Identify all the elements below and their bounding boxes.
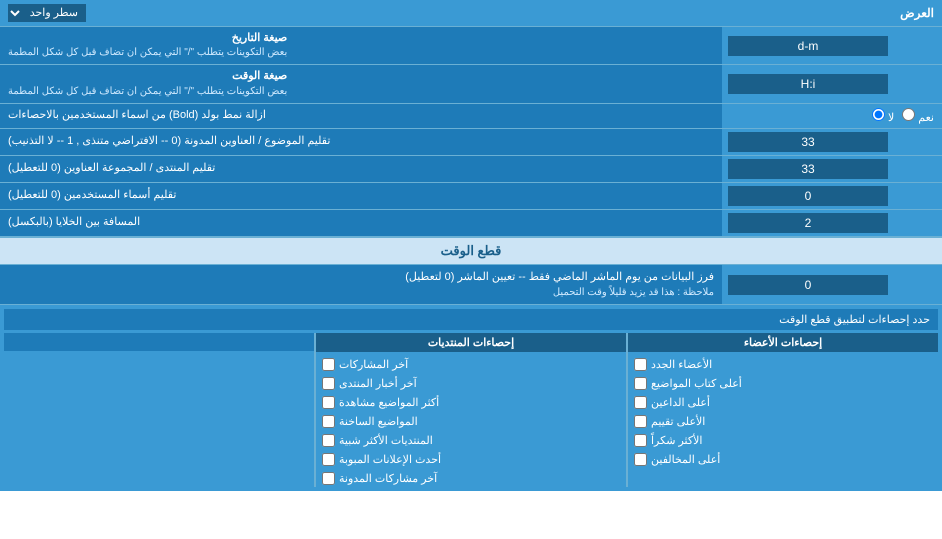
list-item: الأعلى تقييم [628, 413, 938, 430]
usernames-label: تقليم أسماء المستخدمين (0 للتعطيل) [0, 183, 722, 209]
col-right-header [4, 333, 314, 351]
date-format-label: صيغة التاريخ بعض التكوينات يتطلب "/" الت… [0, 27, 722, 64]
checkbox-top-inviters[interactable] [634, 396, 647, 409]
checkbox-top-rated[interactable] [634, 415, 647, 428]
checkbox-last-news[interactable] [322, 377, 335, 390]
dropdown-container: سطر واحد سطران ثلاثة أسطر [8, 4, 86, 22]
list-item: أعلى المخالفين [628, 451, 938, 468]
usernames-row: 0 تقليم أسماء المستخدمين (0 للتعطيل) [0, 183, 942, 210]
header-row: العرض سطر واحد سطران ثلاثة أسطر [0, 0, 942, 27]
stats-apply-label: حدد إحصاءات لتطبيق قطع الوقت [4, 309, 938, 330]
checkbox-top-writers[interactable] [634, 377, 647, 390]
col-separator-2 [314, 333, 316, 487]
checkbox-members-new[interactable] [634, 358, 647, 371]
time-format-row: H:i صيغة الوقت بعض التكوينات يتطلب "/" ا… [0, 65, 942, 103]
usernames-input-area: 0 [722, 183, 942, 209]
checkbox-most-viewed[interactable] [322, 396, 335, 409]
bold-radio-row: لا نعم ازالة نمط بولد (Bold) من اسماء ال… [0, 104, 942, 129]
checkbox-top-violations[interactable] [634, 453, 647, 466]
cut-time-label: فرز البيانات من يوم الماشر الماضي فقط --… [0, 265, 722, 305]
checkbox-grid: إحصاءات الأعضاء الأعضاء الجدد أعلى كتاب … [4, 333, 938, 487]
date-format-row: d-m صيغة التاريخ بعض التكوينات يتطلب "/"… [0, 27, 942, 65]
list-item: أعلى كتاب المواضيع [628, 375, 938, 392]
col-separator-1 [626, 333, 628, 487]
spacing-input-area: 2 [722, 210, 942, 236]
date-format-input-area: d-m [722, 27, 942, 64]
col-members: إحصاءات الأعضاء الأعضاء الجدد أعلى كتاب … [628, 333, 938, 487]
list-item: الأكثر شكراً [628, 432, 938, 449]
cut-time-input[interactable]: 0 [728, 275, 888, 295]
list-item: آخر مشاركات المدونة [316, 470, 626, 487]
col-members-header: إحصاءات الأعضاء [628, 333, 938, 352]
radio-no[interactable] [872, 108, 885, 121]
forum-order-label: تقليم المنتدى / المجموعة العناوين (0 للت… [0, 156, 722, 182]
list-item: المواضيع الساخنة [316, 413, 626, 430]
cut-time-header: قطع الوقت [0, 237, 942, 265]
main-container: العرض سطر واحد سطران ثلاثة أسطر d-m صيغة… [0, 0, 942, 491]
radio-yes-label: نعم [902, 108, 934, 124]
col-forums-header: إحصاءات المنتديات [316, 333, 626, 352]
header-title: العرض [900, 6, 934, 20]
spacing-row: 2 المسافة بين الخلايا (بالبكسل) [0, 210, 942, 237]
spacing-label: المسافة بين الخلايا (بالبكسل) [0, 210, 722, 236]
usernames-input[interactable]: 0 [728, 186, 888, 206]
forum-order-row: 33 تقليم المنتدى / المجموعة العناوين (0 … [0, 156, 942, 183]
bold-label: ازالة نمط بولد (Bold) من اسماء المستخدمي… [0, 104, 722, 128]
checkbox-most-thanks[interactable] [634, 434, 647, 447]
cut-time-input-area: 0 [722, 265, 942, 305]
date-format-input[interactable]: d-m [728, 36, 888, 56]
checkbox-last-posts[interactable] [322, 358, 335, 371]
list-item: أعلى الداعين [628, 394, 938, 411]
list-item: المنتديات الأكثر شبية [316, 432, 626, 449]
time-format-label: صيغة الوقت بعض التكوينات يتطلب "/" التي … [0, 65, 722, 102]
bold-radio-area: لا نعم [722, 104, 942, 128]
spacing-input[interactable]: 2 [728, 213, 888, 233]
bottom-section: حدد إحصاءات لتطبيق قطع الوقت إحصاءات الأ… [0, 305, 942, 491]
checkbox-most-similar[interactable] [322, 434, 335, 447]
list-item: آخر المشاركات [316, 356, 626, 373]
list-item: الأعضاء الجدد [628, 356, 938, 373]
radio-no-label: لا [872, 108, 894, 124]
col-right [4, 333, 314, 487]
checkbox-hot-topics[interactable] [322, 415, 335, 428]
forum-order-input[interactable]: 33 [728, 159, 888, 179]
checkbox-classifieds[interactable] [322, 453, 335, 466]
time-format-input-area: H:i [722, 65, 942, 102]
topics-order-label: تقليم الموضوع / العناوين المدونة (0 -- ا… [0, 129, 722, 155]
checkbox-blog-posts[interactable] [322, 472, 335, 485]
topics-order-input-area: 33 [722, 129, 942, 155]
forum-order-input-area: 33 [722, 156, 942, 182]
radio-yes[interactable] [902, 108, 915, 121]
col-forums: إحصاءات المنتديات آخر المشاركات آخر أخبا… [316, 333, 626, 487]
list-item: آخر أخبار المنتدى [316, 375, 626, 392]
view-dropdown[interactable]: سطر واحد سطران ثلاثة أسطر [8, 4, 86, 22]
time-format-input[interactable]: H:i [728, 74, 888, 94]
topics-order-input[interactable]: 33 [728, 132, 888, 152]
cut-time-row: 0 فرز البيانات من يوم الماشر الماضي فقط … [0, 265, 942, 306]
topics-order-row: 33 تقليم الموضوع / العناوين المدونة (0 -… [0, 129, 942, 156]
list-item: أحدث الإعلانات المبوبة [316, 451, 626, 468]
list-item: أكثر المواضيع مشاهدة [316, 394, 626, 411]
